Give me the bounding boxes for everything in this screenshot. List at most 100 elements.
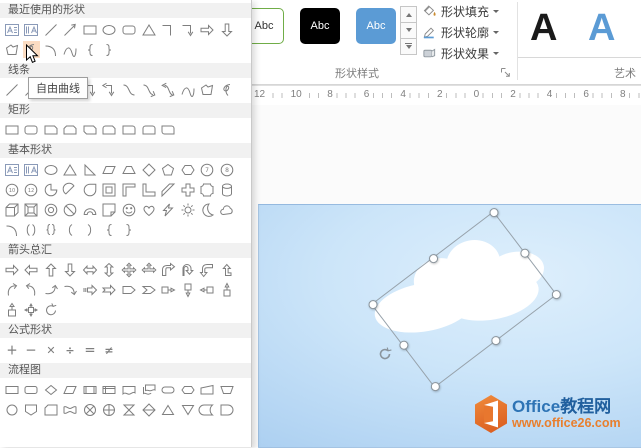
shape-fc-delay-icon[interactable] xyxy=(219,401,236,418)
shape-frame-icon[interactable] xyxy=(101,181,118,198)
shape-ar-curve-right-icon[interactable] xyxy=(3,281,20,298)
shape-textbox-icon[interactable] xyxy=(3,161,20,178)
shape-style-swatch-2[interactable]: Abc xyxy=(300,8,340,44)
shape-outline-button[interactable]: 形状轮廓 xyxy=(422,22,500,42)
shape-sun-icon[interactable] xyxy=(179,201,196,218)
shape-pie-icon[interactable] xyxy=(42,181,59,198)
selection-handle[interactable] xyxy=(488,334,502,347)
shape-half-frame-icon[interactable] xyxy=(121,181,138,198)
shape-freeform-icon[interactable] xyxy=(3,41,20,58)
shape-teardrop-icon[interactable] xyxy=(81,181,98,198)
shape-fc-extract-icon[interactable] xyxy=(160,401,177,418)
shape-fc-document-icon[interactable] xyxy=(121,381,138,398)
shape-round2diag-icon[interactable] xyxy=(160,121,177,138)
shape-ar-curve-up-icon[interactable] xyxy=(42,281,59,298)
shape-curved-arrow-icon[interactable] xyxy=(140,81,157,98)
selection-handle[interactable] xyxy=(428,380,441,393)
shape-brace-right-icon[interactable] xyxy=(121,221,138,238)
shape-donut-icon[interactable] xyxy=(42,201,59,218)
shape-cube-icon[interactable] xyxy=(3,201,20,218)
shape-no-symbol-icon[interactable] xyxy=(62,201,79,218)
shape-ar-quad-callout-icon[interactable] xyxy=(23,301,40,318)
shape-fc-connector-icon[interactable] xyxy=(3,401,20,418)
selection-handle[interactable] xyxy=(487,206,500,219)
shape-ar-quad-icon[interactable] xyxy=(121,261,138,278)
shape-ar-up-callout-icon[interactable] xyxy=(3,301,20,318)
shape-triangle-icon[interactable] xyxy=(140,21,157,38)
shape-callout-up-icon[interactable] xyxy=(219,281,236,298)
shape-hexagon-icon[interactable] xyxy=(179,161,196,178)
shape-ar-curve-down-icon[interactable] xyxy=(62,281,79,298)
wordart-style-black[interactable]: A xyxy=(530,4,557,52)
shape-decagon-10-icon[interactable]: 10 xyxy=(3,181,20,198)
shape-heptagon-7-icon[interactable]: 7 xyxy=(199,161,216,178)
shape-ar-right-icon[interactable] xyxy=(3,261,20,278)
shape-snip2same-icon[interactable] xyxy=(62,121,79,138)
shape-fc-predefined-icon[interactable] xyxy=(81,381,98,398)
shape-vtextbox-icon[interactable] xyxy=(23,21,40,38)
shape-snip2diag-icon[interactable] xyxy=(81,121,98,138)
shape-pentagon-icon[interactable] xyxy=(160,161,177,178)
shape-ar-leftright-icon[interactable] xyxy=(81,261,98,278)
shape-elbow-2arrow-icon[interactable] xyxy=(101,81,118,98)
shape-round1-icon[interactable] xyxy=(121,121,138,138)
shape-cloud-icon[interactable] xyxy=(219,201,236,218)
shape-notched-right-icon[interactable] xyxy=(101,281,118,298)
shape-snip-round-icon[interactable] xyxy=(101,121,118,138)
shape-line-arrow-icon[interactable] xyxy=(62,21,79,38)
selection-handle[interactable] xyxy=(366,298,379,311)
shape-bevel-icon[interactable] xyxy=(23,201,40,218)
shape-parallelogram-icon[interactable] xyxy=(101,161,118,178)
shape-fill-button[interactable]: 形状填充 xyxy=(422,1,500,21)
shape-effects-button[interactable]: 形状效果 xyxy=(422,43,500,63)
shape-fc-sum-icon[interactable] xyxy=(81,401,98,418)
shape-dbl-brace-icon[interactable] xyxy=(42,221,59,238)
shape-fc-sort-icon[interactable] xyxy=(140,401,157,418)
shape-vtextbox-icon[interactable] xyxy=(23,161,40,178)
shape-ar-left-icon[interactable] xyxy=(23,261,40,278)
shape-corner-icon[interactable] xyxy=(140,181,157,198)
shape-ar-leftup-icon[interactable] xyxy=(219,261,236,278)
shape-fc-manual-input-icon[interactable] xyxy=(199,381,216,398)
shape-striped-right-icon[interactable] xyxy=(81,281,98,298)
shape-ar-down-icon[interactable] xyxy=(219,21,236,38)
shape-cross-icon[interactable] xyxy=(179,181,196,198)
selection-handle[interactable] xyxy=(549,288,562,301)
shape-line-icon[interactable] xyxy=(42,21,59,38)
shape-right-triangle-icon[interactable] xyxy=(81,161,98,178)
shape-ar-up-icon[interactable] xyxy=(42,261,59,278)
shape-fc-card-icon[interactable] xyxy=(42,401,59,418)
shape-ar-bentup-icon[interactable] xyxy=(199,261,216,278)
shape-diamond-icon[interactable] xyxy=(140,161,157,178)
shape-brace-left-icon[interactable] xyxy=(101,221,118,238)
shape-ar-lru-icon[interactable] xyxy=(140,261,157,278)
slide-canvas[interactable]: Office教程网 www.office26.com xyxy=(258,204,641,448)
shape-folded-corner-icon[interactable] xyxy=(101,201,118,218)
shape-fc-data-icon[interactable] xyxy=(62,381,79,398)
shape-arc-icon[interactable] xyxy=(3,221,20,238)
shape-block-arc-icon[interactable] xyxy=(81,201,98,218)
shape-dodecagon-12-icon[interactable]: 12 xyxy=(23,181,40,198)
shape-ar-curve-left-icon[interactable] xyxy=(23,281,40,298)
shape-circular-arrow-icon[interactable] xyxy=(42,301,59,318)
shape-curve-icon[interactable] xyxy=(179,81,196,98)
shape-fc-manual-op-icon[interactable] xyxy=(219,381,236,398)
shape-oval-icon[interactable] xyxy=(101,21,118,38)
shape-ar-uturn-icon[interactable] xyxy=(179,261,196,278)
shape-rounded-rect-icon[interactable] xyxy=(121,21,138,38)
shape-brace-left-icon[interactable] xyxy=(81,41,98,58)
shape-textbox-icon[interactable] xyxy=(3,21,20,38)
shape-fc-multidoc-icon[interactable] xyxy=(140,381,157,398)
gallery-scroll-up-button[interactable] xyxy=(400,6,417,23)
shape-round2same-icon[interactable] xyxy=(140,121,157,138)
shape-brace-right-icon[interactable] xyxy=(101,41,118,58)
shape-style-swatch-3[interactable]: Abc xyxy=(356,8,396,44)
shape-eq-minus-icon[interactable]: － xyxy=(23,341,40,358)
shape-eq-divide-icon[interactable]: ÷ xyxy=(62,341,79,358)
shape-arc-icon[interactable] xyxy=(42,41,59,58)
shape-pentagon-shape-icon[interactable] xyxy=(121,281,138,298)
shape-fc-offpage-icon[interactable] xyxy=(23,401,40,418)
shape-trapezoid-icon[interactable] xyxy=(121,161,138,178)
shape-fc-internal-icon[interactable] xyxy=(101,381,118,398)
shape-line-icon[interactable] xyxy=(3,81,20,98)
